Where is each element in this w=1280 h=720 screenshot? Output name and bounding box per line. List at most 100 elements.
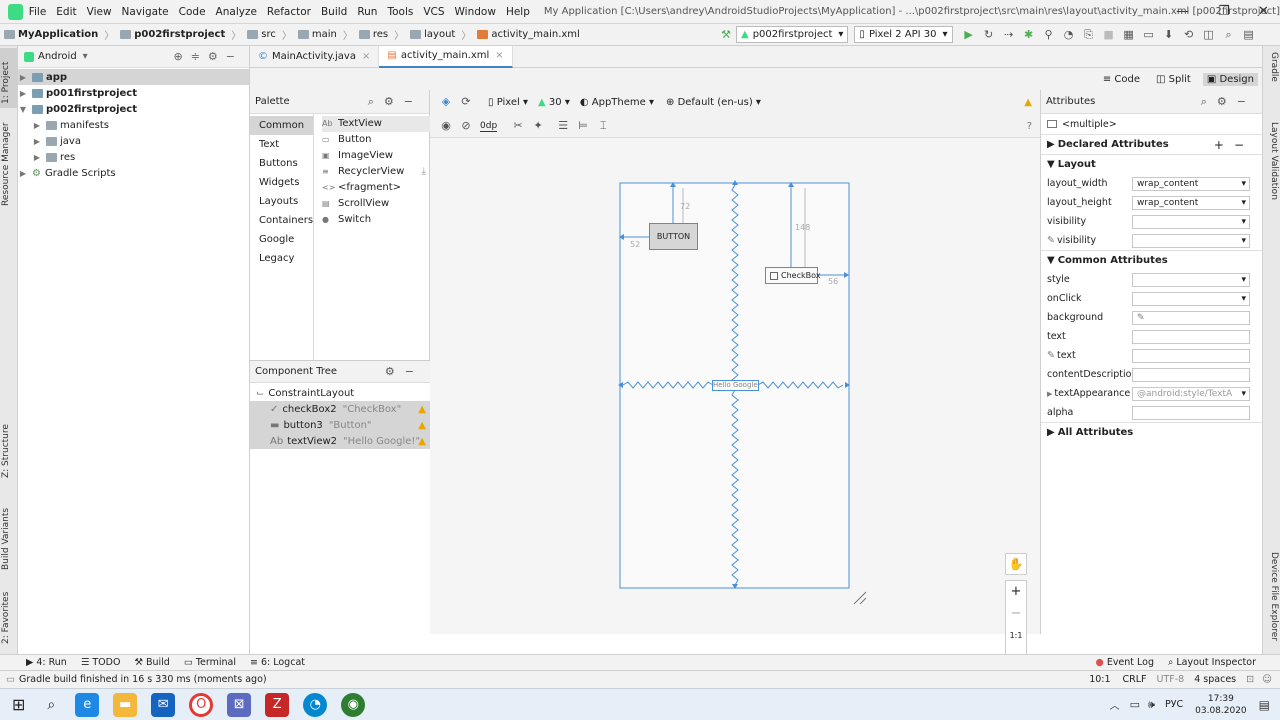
- menu-analyze[interactable]: Analyze: [216, 6, 257, 18]
- palette-item-switch[interactable]: ● Switch: [322, 212, 430, 228]
- tray-chevron-icon[interactable]: ︿: [1110, 697, 1120, 712]
- attach-process-icon[interactable]: ⎘: [1082, 28, 1096, 42]
- run-config-select[interactable]: ▲ p002firstproject ▾: [736, 26, 849, 43]
- layout-section[interactable]: ▼ Layout: [1041, 154, 1262, 174]
- menu-vcs[interactable]: VCS: [423, 6, 444, 18]
- edge-icon[interactable]: e: [75, 692, 100, 717]
- file-explorer-icon[interactable]: ▬: [113, 692, 138, 717]
- clock[interactable]: 17:39 03.08.2020: [1195, 693, 1247, 717]
- build-tool-button[interactable]: ⚒ Build: [134, 657, 169, 668]
- palette-category-legacy[interactable]: Legacy: [250, 249, 313, 268]
- visibility-select[interactable]: ▾: [1132, 214, 1250, 229]
- tree-textview2[interactable]: Ab textView2 "Hello Google!" ▲: [250, 433, 430, 449]
- menu-edit[interactable]: Edit: [56, 6, 76, 18]
- palette-item-recyclerview[interactable]: ≡ RecyclerView ⤓: [322, 164, 430, 180]
- sdk-manager-icon[interactable]: ⬇: [1162, 28, 1176, 42]
- alpha-field[interactable]: [1132, 405, 1250, 420]
- pan-hand-icon[interactable]: ✋: [1005, 553, 1027, 575]
- download-icon[interactable]: ⤓: [422, 164, 426, 180]
- run-tool-button[interactable]: ▶ 4: Run: [26, 657, 67, 668]
- mail-icon[interactable]: ✉: [151, 692, 176, 717]
- palette-category-common[interactable]: Common: [250, 116, 313, 135]
- resource-manager-tab[interactable]: Resource Manager: [1, 122, 11, 206]
- maximize-icon[interactable]: ❐: [1218, 4, 1230, 19]
- text-field[interactable]: [1132, 329, 1250, 344]
- hammer-icon[interactable]: ⚒: [719, 28, 733, 42]
- text-appearance-select[interactable]: @android:style/TextA ▾: [1132, 386, 1250, 401]
- tree-item-gradle-scripts[interactable]: ▶ ⚙ Gradle Scripts: [18, 165, 249, 181]
- menu-navigate[interactable]: Navigate: [122, 6, 169, 18]
- content-description-field[interactable]: [1132, 367, 1250, 382]
- tools-visibility-select[interactable]: ▾: [1132, 233, 1250, 248]
- build-variants-tab[interactable]: Build Variants: [1, 508, 11, 570]
- warning-icon[interactable]: ▲: [418, 404, 426, 415]
- all-attributes-section[interactable]: ▶ All Attributes: [1041, 422, 1262, 442]
- menu-refactor[interactable]: Refactor: [267, 6, 311, 18]
- warning-icon[interactable]: ▲: [418, 420, 426, 431]
- search-icon[interactable]: ⌕: [47, 697, 55, 713]
- windows-start-icon[interactable]: ⊞: [12, 695, 25, 714]
- component-tree-actions[interactable]: ⚙−: [385, 365, 424, 378]
- file-encoding[interactable]: UTF-8: [1157, 674, 1185, 685]
- palette-item-fragment[interactable]: <> <fragment>: [322, 180, 430, 196]
- palette-category-google[interactable]: Google: [250, 230, 313, 249]
- project-tool-label[interactable]: 1: Project: [1, 62, 11, 104]
- gradle-tab[interactable]: Gradle: [1269, 52, 1279, 82]
- canvas-checkbox[interactable]: CheckBox: [765, 267, 820, 284]
- breadcrumb-project[interactable]: MyApplication: [0, 29, 98, 40]
- breadcrumb-module[interactable]: p002firstproject: [116, 29, 225, 40]
- code-mode-button[interactable]: ≡ Code: [1099, 73, 1144, 86]
- menu-code[interactable]: Code: [179, 6, 206, 18]
- tree-checkbox2[interactable]: ✓ checkBox2 "CheckBox" ▲: [250, 401, 430, 417]
- minimize-icon[interactable]: —: [1176, 4, 1189, 19]
- profile-icon[interactable]: ◔: [1062, 28, 1076, 42]
- breadcrumb-layout[interactable]: layout: [406, 29, 455, 40]
- terminal-tool-button[interactable]: ▭ Terminal: [184, 657, 236, 668]
- split-mode-button[interactable]: ◫ Split: [1152, 73, 1195, 86]
- attach-debugger-icon[interactable]: ⚲: [1042, 28, 1056, 42]
- zoom-actual-button[interactable]: 1:1: [1006, 625, 1026, 647]
- palette-category-layouts[interactable]: Layouts: [250, 192, 313, 211]
- inspector-icon[interactable]: ☺: [1262, 674, 1272, 685]
- lock-icon[interactable]: ⊡: [1246, 674, 1254, 685]
- opera-icon[interactable]: O: [189, 692, 214, 717]
- breadcrumb-src[interactable]: src: [243, 29, 276, 40]
- menu-build[interactable]: Build: [321, 6, 347, 18]
- chat-app-icon[interactable]: ◔: [303, 692, 328, 717]
- layout-inspector-button[interactable]: ⌕ Layout Inspector: [1168, 657, 1256, 668]
- device-select[interactable]: ▯ Pixel 2 API 30 ▾: [854, 26, 953, 43]
- filezilla-icon[interactable]: Z: [265, 692, 290, 717]
- palette-item-textview[interactable]: Ab TextView: [322, 116, 430, 132]
- palette-category-containers[interactable]: Containers: [250, 211, 313, 230]
- palette-item-button[interactable]: ▭ Button: [322, 132, 430, 148]
- caret-position[interactable]: 10:1: [1089, 674, 1110, 685]
- palette-category-widgets[interactable]: Widgets: [250, 173, 313, 192]
- eyedropper-icon[interactable]: ✎: [1137, 313, 1145, 323]
- logcat-tool-button[interactable]: ≡ 6: Logcat: [250, 657, 305, 668]
- language-indicator[interactable]: РУС: [1165, 699, 1183, 710]
- tree-item-app[interactable]: ▶ app: [18, 69, 249, 85]
- canvas-button[interactable]: BUTTON: [649, 223, 698, 250]
- tree-item-res[interactable]: ▶ res: [18, 149, 249, 165]
- palette-item-scrollview[interactable]: ▤ ScrollView: [322, 196, 430, 212]
- android-studio-taskbar-icon[interactable]: ◉: [341, 692, 366, 717]
- palette-item-imageview[interactable]: ▣ ImageView: [322, 148, 430, 164]
- layout-height-select[interactable]: wrap_content ▾: [1132, 195, 1250, 210]
- project-view-select[interactable]: Android: [38, 51, 77, 62]
- breadcrumb-file[interactable]: activity_main.xml: [473, 29, 580, 40]
- layout-inspector-icon[interactable]: ◫: [1202, 28, 1216, 42]
- sync-gradle-icon[interactable]: ⟲: [1182, 28, 1196, 42]
- search-icon[interactable]: ⌕: [1222, 28, 1236, 42]
- settings-icon[interactable]: ▤: [1242, 28, 1256, 42]
- status-toggle-icon[interactable]: ▭: [6, 674, 15, 685]
- run-icon[interactable]: ▶: [962, 28, 976, 42]
- design-mode-button[interactable]: ▣ Design: [1202, 72, 1258, 86]
- common-attributes-section[interactable]: ▼ Common Attributes: [1041, 250, 1262, 270]
- menu-help[interactable]: Help: [506, 6, 530, 18]
- structure-tab[interactable]: Z: Structure: [1, 424, 11, 478]
- tree-item-p002[interactable]: ▼ p002firstproject: [18, 101, 249, 117]
- device-file-explorer-tab[interactable]: Device File Explorer: [1269, 552, 1279, 641]
- zoom-in-button[interactable]: +: [1006, 581, 1026, 603]
- tab-mainactivity[interactable]: © MainActivity.java ×: [250, 45, 380, 68]
- event-log-button[interactable]: Event Log: [1107, 657, 1154, 668]
